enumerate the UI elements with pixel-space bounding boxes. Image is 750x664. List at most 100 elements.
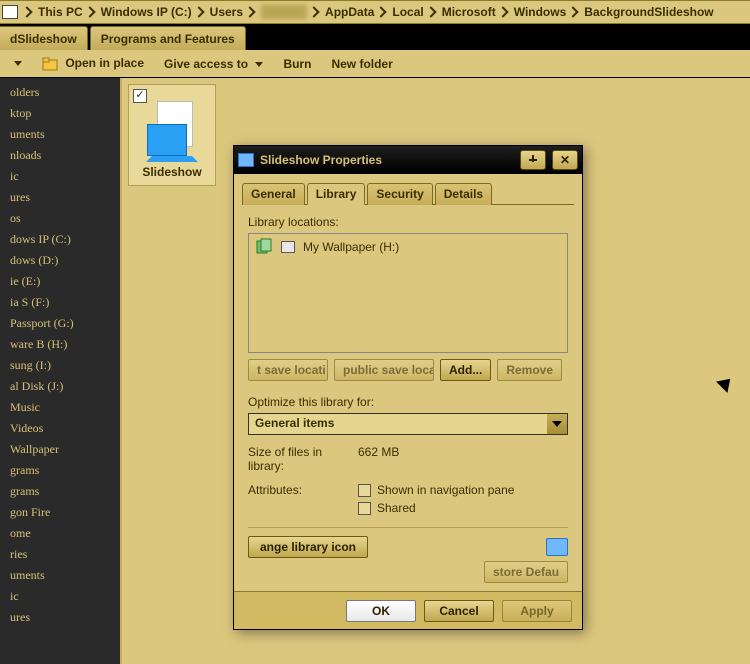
sidebar-item[interactable]: Wallpaper (0, 439, 120, 460)
breadcrumb-item[interactable]: Windows (514, 5, 567, 19)
public-save-location-button[interactable]: public save loca (334, 359, 434, 381)
give-access-to[interactable]: Give access to (164, 57, 263, 71)
library-locations-label: Library locations: (248, 215, 568, 229)
chevron-right-icon (308, 6, 319, 17)
apply-button[interactable]: Apply (502, 600, 572, 622)
pin-button[interactable] (520, 150, 546, 170)
library-locations-list[interactable]: My Wallpaper (H:) (248, 233, 568, 353)
pc-icon (2, 5, 18, 19)
dialog-titlebar[interactable]: Slideshow Properties ✕ (234, 146, 582, 174)
ok-button[interactable]: OK (346, 600, 416, 622)
sidebar-item[interactable]: uments (0, 124, 120, 145)
toolbar: Open in place Give access to Burn New fo… (0, 50, 750, 78)
sidebar-item[interactable]: gon Fire (0, 502, 120, 523)
dialog-footer: OK Cancel Apply (234, 591, 582, 629)
sidebar-item[interactable]: Passport (G:) (0, 313, 120, 334)
sidebar-item[interactable]: al Disk (J:) (0, 376, 120, 397)
breadcrumb[interactable]: This PC Windows IP (C:) Users AppData Lo… (0, 0, 750, 24)
sidebar-item[interactable]: ic (0, 586, 120, 607)
breadcrumb-item[interactable]: Windows IP (C:) (101, 5, 192, 19)
sidebar-item[interactable]: olders (0, 82, 120, 103)
chevron-right-icon (244, 6, 255, 17)
sidebar-item[interactable]: sung (I:) (0, 355, 120, 376)
set-save-location-button[interactable]: t save locati (248, 359, 328, 381)
tab-security[interactable]: Security (367, 183, 432, 205)
chevron-right-icon (568, 6, 579, 17)
attributes-label: Attributes: (248, 483, 358, 515)
file-item-slideshow[interactable]: ✓ Slideshow (128, 84, 216, 186)
breadcrumb-item[interactable]: Microsoft (442, 5, 496, 19)
cancel-button[interactable]: Cancel (424, 600, 494, 622)
sidebar-item[interactable]: dows (D:) (0, 250, 120, 271)
size-label: Size of files in library: (248, 445, 358, 473)
sidebar-item[interactable]: ia S (F:) (0, 292, 120, 313)
restore-defaults-button[interactable]: store Defau (484, 561, 568, 583)
sidebar-item[interactable]: dows IP (C:) (0, 229, 120, 250)
tab-details[interactable]: Details (435, 183, 492, 205)
sidebar-item[interactable]: ries (0, 544, 120, 565)
library-icon-preview (546, 538, 568, 556)
chevron-right-icon (84, 6, 95, 17)
checkbox-nav-pane[interactable] (358, 484, 371, 497)
tab-library[interactable]: Library (307, 183, 366, 205)
chevron-down-icon (255, 62, 263, 67)
close-button[interactable]: ✕ (552, 150, 578, 170)
give-access-label: Give access to (164, 57, 248, 71)
properties-dialog: Slideshow Properties ✕ General Library S… (233, 145, 583, 630)
drive-icon (281, 241, 295, 253)
sidebar-item[interactable]: Videos (0, 418, 120, 439)
add-button[interactable]: Add... (440, 359, 491, 381)
dialog-title: Slideshow Properties (260, 153, 382, 167)
folder-icon (42, 56, 58, 72)
remove-button[interactable]: Remove (497, 359, 562, 381)
list-item[interactable]: My Wallpaper (H:) (255, 238, 561, 256)
attr-nav-label: Shown in navigation pane (377, 483, 514, 497)
sidebar-item[interactable]: uments (0, 565, 120, 586)
open-in-place-label: Open in place (65, 56, 144, 70)
size-value: 662 MB (358, 445, 399, 473)
breadcrumb-item[interactable]: Users (210, 5, 243, 19)
chevron-right-icon (497, 6, 508, 17)
open-in-place[interactable]: Open in place (42, 56, 144, 72)
burn[interactable]: Burn (283, 57, 311, 71)
attr-shared-label: Shared (377, 501, 416, 515)
sidebar-item[interactable]: grams (0, 460, 120, 481)
sidebar-item[interactable]: ktop (0, 103, 120, 124)
toolbar-chevron[interactable] (14, 61, 22, 66)
file-item-label: Slideshow (133, 165, 211, 179)
sidebar-item[interactable]: ie (E:) (0, 271, 120, 292)
breadcrumb-item[interactable]: Local (392, 5, 423, 19)
tab-general[interactable]: General (242, 183, 305, 205)
new-folder[interactable]: New folder (331, 57, 392, 71)
breadcrumb-item[interactable]: This PC (38, 5, 83, 19)
sidebar-item[interactable]: Music (0, 397, 120, 418)
sidebar-item[interactable]: os (0, 208, 120, 229)
breadcrumb-item[interactable]: AppData (325, 5, 374, 19)
sidebar-item[interactable]: ures (0, 187, 120, 208)
slideshow-icon (143, 101, 201, 159)
breadcrumb-item[interactable]: BackgroundSlideshow (584, 5, 713, 19)
chevron-down-icon[interactable] (547, 414, 567, 434)
breadcrumb-item-redacted (261, 5, 307, 19)
chevron-right-icon (425, 6, 436, 17)
chevron-right-icon (193, 6, 204, 17)
chevron-right-icon (21, 6, 32, 17)
tab-programs-features[interactable]: Programs and Features (90, 26, 246, 50)
sidebar-item[interactable]: nloads (0, 145, 120, 166)
optimize-select[interactable]: General items (248, 413, 568, 435)
optimize-value: General items (249, 414, 547, 434)
checkbox-shared[interactable] (358, 502, 371, 515)
library-icon (255, 238, 273, 256)
nav-tree[interactable]: oldersktopumentsnloadsicuresosdows IP (C… (0, 78, 120, 664)
sidebar-item[interactable]: grams (0, 481, 120, 502)
tab-dslideshow[interactable]: dSlideshow (0, 26, 88, 50)
sidebar-item[interactable]: ware B (H:) (0, 334, 120, 355)
chevron-right-icon (376, 6, 387, 17)
optimize-label: Optimize this library for: (248, 395, 568, 409)
sidebar-item[interactable]: ic (0, 166, 120, 187)
list-item-label: My Wallpaper (H:) (303, 240, 399, 254)
change-library-icon-button[interactable]: ange library icon (248, 536, 368, 558)
sidebar-item[interactable]: ome (0, 523, 120, 544)
sidebar-item[interactable]: ures (0, 607, 120, 628)
file-tab-strip: dSlideshow Programs and Features (0, 24, 750, 50)
